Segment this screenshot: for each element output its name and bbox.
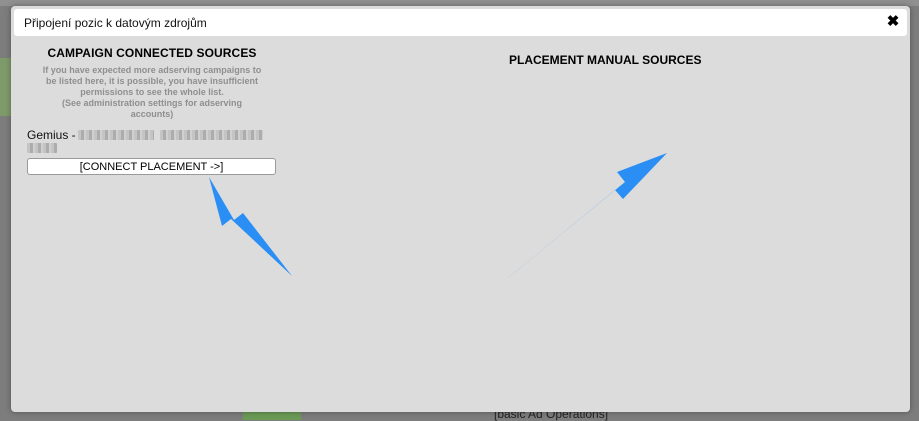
note-line: (See administration settings for adservi… bbox=[61, 98, 243, 108]
note-line: If you have expected more adserving camp… bbox=[42, 65, 262, 75]
permissions-note: If you have expected more adserving camp… bbox=[27, 65, 277, 120]
source-prefix: Gemius - bbox=[27, 128, 76, 142]
dialog-title: Připojení pozic k datovým zdrojům bbox=[24, 16, 207, 30]
redacted-text bbox=[78, 130, 154, 140]
placement-manual-sources-heading: PLACEMENT MANUAL SOURCES bbox=[509, 53, 702, 67]
note-line: permissions to see the whole list. bbox=[80, 87, 224, 97]
connect-placement-button[interactable]: [CONNECT PLACEMENT ->] bbox=[27, 158, 276, 175]
redacted-text bbox=[160, 130, 263, 140]
dialog-header: Připojení pozic k datovým zdrojům ✖ bbox=[14, 9, 907, 36]
background-green-block bbox=[0, 58, 11, 116]
campaign-connected-sources-panel: CAMPAIGN CONNECTED SOURCES If you have e… bbox=[27, 46, 277, 175]
source-item-gemius: Gemius - bbox=[27, 128, 277, 154]
close-icon[interactable]: ✖ bbox=[885, 14, 901, 30]
redacted-text bbox=[27, 143, 57, 153]
connect-sources-dialog: Připojení pozic k datovým zdrojům ✖ CAMP… bbox=[11, 6, 910, 412]
campaign-sources-heading: CAMPAIGN CONNECTED SOURCES bbox=[47, 46, 257, 60]
note-line: be listed here, it is possible, you have… bbox=[45, 76, 259, 86]
note-line: accounts) bbox=[130, 109, 174, 119]
